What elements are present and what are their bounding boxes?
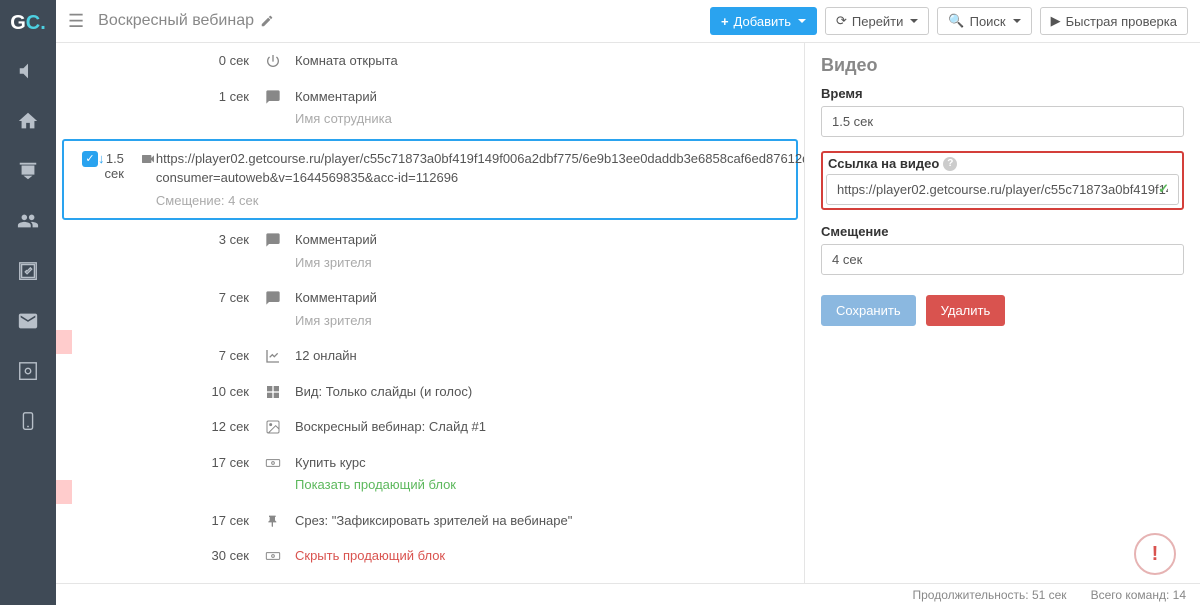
timeline-row[interactable]: 45 секВведение: Слайд #1 — [56, 574, 804, 584]
header: ☰ Воскресный вебинар + Добавить ⟳ Перейт… — [56, 0, 1200, 43]
video-icon — [140, 149, 156, 211]
presentation-icon — [17, 160, 39, 182]
home-icon — [17, 110, 39, 132]
logo[interactable]: GC. — [0, 0, 56, 46]
timeline-row[interactable]: 17 сек Срез: "Зафиксировать зрителей на в… — [56, 503, 804, 539]
money-icon — [265, 453, 295, 495]
row-time: 30 сек — [112, 546, 265, 566]
red-marker — [56, 330, 72, 354]
row-content: Комната открыта — [295, 51, 792, 71]
sidebar-item-mail[interactable] — [0, 296, 56, 346]
check-square-icon — [17, 260, 39, 282]
add-button[interactable]: + Добавить — [710, 7, 817, 35]
comment-icon — [265, 230, 295, 272]
timeline-row[interactable]: 10 сек Вид: Только слайды (и голос) — [56, 374, 804, 410]
edit-icon[interactable] — [260, 14, 274, 28]
timeline-row[interactable]: 12 сек Воскресный вебинар: Слайд #1 — [56, 409, 804, 445]
row-content: Вид: Только слайды (и голос) — [295, 382, 792, 402]
row-content: Купить курсПоказать продающий блок — [295, 453, 792, 495]
timeline-row[interactable]: 0 сек Комната открыта — [56, 43, 804, 79]
sidebar-item-presentation[interactable] — [0, 146, 56, 196]
money-icon — [265, 546, 295, 566]
time-label: Время — [821, 86, 1184, 101]
row-content: Срез: "Зафиксировать зрителей на вебинар… — [295, 511, 792, 531]
sidebar-item-volume[interactable] — [0, 46, 56, 96]
sidebar-item-mobile[interactable] — [0, 396, 56, 446]
commands-label: Всего команд: 14 — [1091, 588, 1186, 602]
video-link-group: Ссылка на видео? — [821, 151, 1184, 210]
timeline-row[interactable]: 3 сек КомментарийИмя зрителя — [56, 222, 804, 280]
row-content: КомментарийИмя зрителя — [295, 230, 792, 272]
users-icon — [17, 210, 39, 232]
goto-button[interactable]: ⟳ Перейти — [825, 7, 929, 35]
mail-icon — [17, 310, 39, 332]
row-time: 7 сек — [112, 288, 265, 330]
timeline-row[interactable]: 30 сек Скрыть продающий блок — [56, 538, 804, 574]
row-time: 17 сек — [112, 511, 265, 531]
timeline: 0 сек Комната открыта 1 сек КомментарийИмя … — [56, 43, 805, 583]
row-time: 0 сек — [112, 51, 265, 71]
search-button[interactable]: 🔍 Поиск — [937, 7, 1031, 35]
sidebar: GC. — [0, 0, 56, 605]
settings-icon — [17, 360, 39, 382]
row-content: КомментарийИмя зрителя — [295, 288, 792, 330]
menu-toggle[interactable]: ☰ — [68, 11, 84, 32]
footer: Продолжительность: 51 сек Всего команд: … — [56, 583, 1200, 605]
row-time: 1.5 сек — [105, 149, 140, 211]
checkbox-icon[interactable]: ✓ — [82, 151, 98, 167]
chart-icon — [265, 346, 295, 366]
row-time: 10 сек — [112, 382, 265, 402]
delete-button[interactable]: Удалить — [926, 295, 1006, 326]
detail-panel: Видео Время Ссылка на видео? Смещение Со… — [805, 43, 1200, 583]
comment-icon — [265, 288, 295, 330]
timeline-row[interactable]: 7 сек КомментарийИмя зрителя — [56, 280, 804, 338]
row-time: 7 сек — [112, 346, 265, 366]
sidebar-item-home[interactable] — [0, 96, 56, 146]
row-content: Скрыть продающий блок — [295, 546, 792, 566]
power-icon — [265, 51, 295, 71]
row-content: Воскресный вебинар: Слайд #1 — [295, 417, 792, 437]
row-content: КомментарийИмя сотрудника — [295, 87, 792, 129]
quickcheck-button[interactable]: ▶ Быстрая проверка — [1040, 7, 1188, 35]
sidebar-item-users[interactable] — [0, 196, 56, 246]
pin-icon — [265, 511, 295, 531]
help-icon[interactable]: ? — [943, 157, 957, 171]
warning-badge[interactable]: ! — [1134, 533, 1176, 575]
duration-label: Продолжительность: 51 сек — [912, 588, 1066, 602]
page-title: Воскресный вебинар — [98, 12, 274, 30]
sidebar-item-settings[interactable] — [0, 346, 56, 396]
row-time: 12 сек — [112, 417, 265, 437]
timeline-row[interactable]: ✓↓1.5 секhttps://player02.getcourse.ru/p… — [62, 139, 798, 221]
volume-icon — [17, 60, 39, 82]
video-link-input[interactable] — [826, 174, 1179, 205]
red-marker — [56, 480, 72, 504]
row-time: 17 сек — [112, 453, 265, 495]
timeline-row[interactable]: 1 сек КомментарийИмя сотрудника — [56, 79, 804, 137]
comment-icon — [265, 87, 295, 129]
grid-icon — [265, 382, 295, 402]
save-button[interactable]: Сохранить — [821, 295, 916, 326]
time-input[interactable] — [821, 106, 1184, 137]
timeline-row[interactable]: 7 сек 12 онлайн — [56, 338, 804, 374]
video-link-label: Ссылка на видео? — [826, 156, 1179, 171]
image-icon — [265, 417, 295, 437]
row-content: 12 онлайн — [295, 346, 792, 366]
row-time: 1 сек — [112, 87, 265, 129]
mobile-icon — [17, 410, 39, 432]
sidebar-item-check[interactable] — [0, 246, 56, 296]
panel-title: Видео — [821, 55, 1184, 76]
offset-label: Смещение — [821, 224, 1184, 239]
offset-input[interactable] — [821, 244, 1184, 275]
timeline-row[interactable]: 17 сек Купить курсПоказать продающий блок — [56, 445, 804, 503]
row-time: 3 сек — [112, 230, 265, 272]
row-content: https://player02.getcourse.ru/player/c55… — [156, 149, 805, 211]
